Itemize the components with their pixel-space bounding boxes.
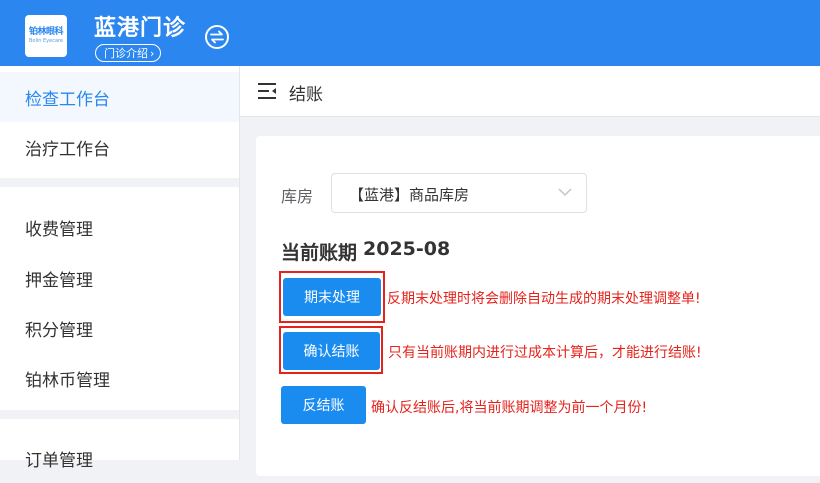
sidebar-item-label: 押金管理 xyxy=(25,270,93,291)
confirm-closing-button[interactable]: 确认结账 xyxy=(283,332,380,370)
logo-text-en: Bolin Eyecare xyxy=(28,38,64,44)
warehouse-select[interactable]: 【蓝港】商品库房 xyxy=(331,173,587,213)
sidebar-item-exam-workbench[interactable]: 检查工作台 xyxy=(0,72,239,122)
clinic-logo: 铂林眼科 Bolin Eyecare xyxy=(25,15,67,57)
page-topbar: 结账 xyxy=(240,66,820,117)
menu-fold-icon[interactable] xyxy=(258,82,278,100)
chevron-down-icon xyxy=(558,188,572,197)
clinic-name: 蓝港门诊 xyxy=(94,16,187,41)
sidebar-item-label: 收费管理 xyxy=(25,219,93,240)
clinic-intro-label: 门诊介绍 xyxy=(104,47,148,60)
logo-text-cn: 铂林眼科 xyxy=(28,27,64,37)
sidebar-item-deposit[interactable]: 押金管理 xyxy=(0,253,239,303)
sidebar-item-label: 检查工作台 xyxy=(25,89,110,110)
sidebar-item-coins[interactable]: 铂林币管理 xyxy=(0,353,239,403)
sidebar-item-label: 治疗工作台 xyxy=(25,139,110,160)
sidebar-item-points[interactable]: 积分管理 xyxy=(0,303,239,353)
sidebar-item-label: 铂林币管理 xyxy=(25,370,110,391)
period-value: 2025-08 xyxy=(363,238,451,260)
sidebar-item-label: 订单管理 xyxy=(25,450,93,471)
period-end-process-button[interactable]: 期末处理 xyxy=(283,278,381,316)
current-period: 当前账期 2025-08 xyxy=(281,238,450,265)
page-title: 结账 xyxy=(289,85,323,105)
sidebar-item-orders[interactable]: 订单管理 xyxy=(0,433,239,483)
warehouse-select-value: 【蓝港】商品库房 xyxy=(349,186,470,204)
sidebar-item-billing[interactable]: 收费管理 xyxy=(0,202,239,252)
sidebar-divider xyxy=(0,410,239,419)
period-end-note: 反期末处理时将会删除自动生成的期末处理调整单! xyxy=(387,291,701,307)
switch-arrows-icon[interactable] xyxy=(204,24,230,50)
confirm-closing-note: 只有当前账期内进行过成本计算后，才能进行结账! xyxy=(388,345,702,361)
period-label: 当前账期 xyxy=(281,242,358,264)
reverse-closing-button[interactable]: 反结账 xyxy=(281,386,366,424)
sidebar-item-label: 积分管理 xyxy=(25,320,93,341)
app-header: 铂林眼科 Bolin Eyecare 蓝港门诊 门诊介绍 › xyxy=(0,0,820,66)
chevron-right-icon: › xyxy=(150,46,155,60)
sidebar-divider xyxy=(0,178,239,187)
warehouse-label: 库房 xyxy=(281,187,314,206)
reverse-closing-note: 确认反结账后,将当前账期调整为前一个月份! xyxy=(371,400,648,416)
sidebar-item-treatment-workbench[interactable]: 治疗工作台 xyxy=(0,122,239,172)
clinic-intro-button[interactable]: 门诊介绍 › xyxy=(95,44,162,62)
